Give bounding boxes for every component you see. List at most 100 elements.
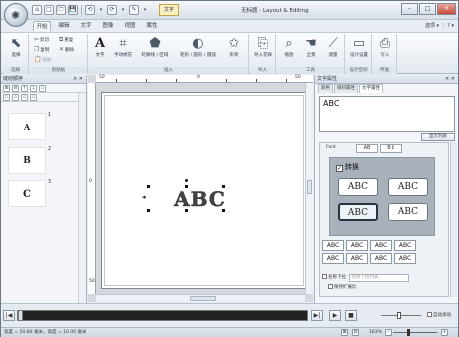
panel-close-icon[interactable]: × ✕: [73, 75, 83, 84]
panel-close-icon[interactable]: × ✕: [445, 75, 455, 84]
qat-save-icon[interactable]: 💾: [68, 5, 78, 15]
mini-shape[interactable]: ABC: [346, 240, 368, 251]
stop-button[interactable]: ■: [345, 310, 357, 321]
qat-customize-icon[interactable]: ▾: [141, 5, 149, 15]
minimize-button[interactable]: –: [401, 3, 418, 15]
sewing-order-item[interactable]: B 2: [8, 146, 51, 174]
insert-text-button[interactable]: A 文字: [91, 36, 109, 58]
pan-button[interactable]: ☚ 全景: [301, 36, 321, 58]
zoom-in-icon[interactable]: +: [441, 329, 448, 336]
qat-undo-icon[interactable]: ⟲: [85, 5, 95, 15]
transform-checkbox[interactable]: ✓ 转换: [336, 162, 359, 172]
vertical-scroll-thumb[interactable]: [307, 180, 312, 194]
zoom-slider[interactable]: [393, 329, 437, 336]
zoom-out-icon[interactable]: –: [385, 329, 392, 336]
text-input[interactable]: ABC: [319, 96, 455, 132]
stitch-progress-track[interactable]: [17, 310, 308, 321]
duplicate-button[interactable]: ⧉重复: [59, 36, 73, 44]
embroidery-hoop[interactable]: ABC ◂: [101, 92, 307, 289]
progress-knob[interactable]: [18, 310, 23, 321]
mini-shape[interactable]: ABC: [394, 240, 416, 251]
qat-edit-icon[interactable]: ✎: [129, 5, 139, 15]
go-to-end-button[interactable]: ▶|: [311, 310, 323, 321]
order-first-icon[interactable]: ▫: [3, 94, 10, 101]
select-button[interactable]: ⬉ 选择: [7, 36, 25, 58]
collapse-icon[interactable]: ⊟: [12, 85, 19, 92]
move-up-icon[interactable]: ↑: [21, 85, 28, 92]
qat-home-icon[interactable]: ⌂: [32, 5, 42, 15]
selection-handle[interactable]: [185, 209, 188, 212]
tab-image[interactable]: 图像: [99, 21, 117, 31]
name-dropdown-input[interactable]: 名称下拉列表...: [349, 274, 410, 282]
tab-text-attributes[interactable]: 文字属性: [359, 84, 383, 93]
subtab-text-spacing[interactable]: B↕: [380, 144, 402, 153]
canvas-vertical-scrollbar[interactable]: [305, 83, 313, 294]
delete-button[interactable]: ✕删除: [59, 46, 74, 53]
selection-handle[interactable]: [222, 209, 225, 212]
zoom-fit-icon[interactable]: ⊡: [352, 329, 359, 336]
tab-sewing-attributes[interactable]: 缝纫属性: [334, 84, 358, 93]
zoom-button[interactable]: ⌕ 缩放: [279, 36, 299, 58]
rect-circle-arc-button[interactable]: ◐ 矩形 / 圆形 / 圆弧: [175, 36, 221, 58]
keep-ratio-checkbox[interactable]: [328, 284, 333, 289]
mini-shape[interactable]: ABC: [322, 253, 344, 264]
text-object[interactable]: ABC: [102, 93, 308, 290]
context-tab-text[interactable]: 文字: [159, 4, 179, 16]
transform-shape-pinch[interactable]: ABC: [388, 203, 428, 221]
transform-shape-bulge-selected[interactable]: ABC: [338, 203, 378, 221]
tab-properties[interactable]: 属性: [143, 21, 161, 31]
tab-view[interactable]: 视图: [121, 21, 139, 31]
zoom-slider-knob[interactable]: [407, 329, 410, 336]
subtab-text-shape[interactable]: AB: [356, 144, 378, 153]
mini-shape[interactable]: ABC: [394, 253, 416, 264]
order-tool-icon[interactable]: ▫: [39, 85, 46, 92]
qat-undo-dropdown-icon[interactable]: ▾: [97, 5, 105, 15]
order-next-icon[interactable]: ▫: [21, 94, 28, 101]
close-button[interactable]: ×: [437, 3, 456, 15]
maximize-button[interactable]: □: [419, 3, 436, 15]
selection-handle[interactable]: [222, 185, 225, 188]
speed-slider[interactable]: [381, 312, 421, 319]
selection-handle[interactable]: [147, 185, 150, 188]
show-list-button[interactable]: 显示列表: [421, 133, 455, 141]
mini-shape[interactable]: ABC: [370, 253, 392, 264]
order-prev-icon[interactable]: ▫: [12, 94, 19, 101]
mini-shape[interactable]: ABC: [322, 240, 344, 251]
tab-text[interactable]: 文字: [77, 21, 95, 31]
cut-button[interactable]: ✂剪切: [34, 36, 49, 43]
move-down-icon[interactable]: ↓: [30, 85, 37, 92]
tab-color[interactable]: 颜色: [318, 84, 333, 93]
copy-button[interactable]: ❐复制: [34, 46, 49, 53]
selection-handle[interactable]: [147, 209, 150, 212]
sewing-order-item[interactable]: A 1: [8, 112, 51, 140]
import-pattern-button[interactable]: ⎘ 导入花样: [252, 36, 274, 58]
selection-handle[interactable]: [185, 185, 188, 188]
shape-button[interactable]: ✩ 形状: [223, 36, 245, 58]
mini-shape[interactable]: ABC: [346, 253, 368, 264]
sewing-order-item[interactable]: C 3: [8, 179, 51, 207]
properties-scrollbar[interactable]: [450, 142, 457, 297]
sewing-order-scrollbar[interactable]: [78, 93, 86, 327]
rotation-handle[interactable]: [185, 179, 188, 182]
grid-toggle-icon[interactable]: ⊞: [341, 329, 348, 336]
order-last-icon[interactable]: ▫: [30, 94, 37, 101]
qat-new-icon[interactable]: □: [44, 5, 54, 15]
auto-scroll-checkbox[interactable]: [427, 312, 432, 317]
qat-redo-dropdown-icon[interactable]: ▾: [119, 5, 127, 15]
qat-open-icon[interactable]: 🗁: [56, 5, 66, 15]
paste-button[interactable]: 📋粘贴: [34, 56, 51, 63]
design-settings-button[interactable]: ▭ 设计设置: [348, 36, 370, 58]
transform-shape-arch-up[interactable]: ABC: [338, 178, 378, 196]
measure-button[interactable]: ⟋ 测量: [323, 36, 343, 58]
transform-shape-wave[interactable]: ABC: [388, 178, 428, 196]
go-to-start-button[interactable]: |◀: [3, 310, 15, 321]
expand-icon[interactable]: ⊞: [3, 85, 10, 92]
options-help-menu[interactable]: 选项 ▾ ｜ ? ▾: [425, 22, 454, 29]
outline-area-button[interactable]: ⬟ 轮廓线 / 区域: [137, 36, 173, 58]
write-button[interactable]: ⎙ 写入: [375, 36, 395, 58]
application-menu-button[interactable]: ✺: [4, 3, 28, 27]
speed-slider-knob[interactable]: [397, 312, 401, 319]
move-arrow-icon[interactable]: ◂: [142, 193, 146, 201]
tab-edit[interactable]: 编辑: [55, 21, 73, 31]
play-button[interactable]: ▶: [329, 310, 341, 321]
